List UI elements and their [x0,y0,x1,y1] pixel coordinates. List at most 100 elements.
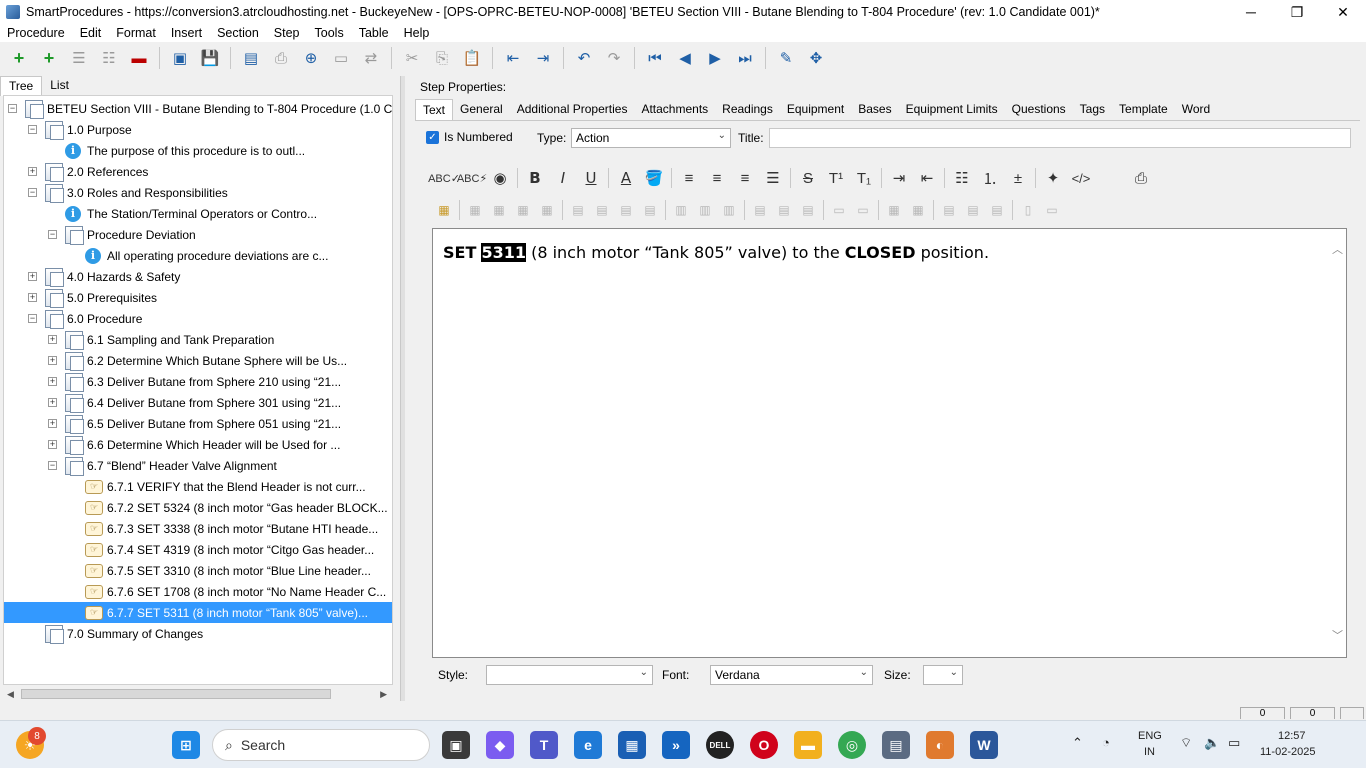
edge-icon[interactable]: e [574,731,602,759]
html-source-icon[interactable]: </> [1068,165,1094,191]
editor-vertical-scrollbar[interactable]: ︿ ﹀ [1330,229,1346,657]
panel-splitter[interactable] [400,76,405,701]
frame-icon[interactable]: ▭ [329,46,353,70]
network-activity-icon[interactable]: ◔ [1102,735,1110,750]
underline-icon[interactable]: U [578,165,604,191]
battery-icon[interactable]: ▭ [1228,735,1240,751]
table-merge-icon[interactable]: ▦ [513,200,533,220]
numbered-list-icon[interactable]: ⒈ [977,165,1003,191]
tree-info-node[interactable]: i The Station/Terminal Operators or Contr… [48,203,317,224]
row-height-icon[interactable]: ▭ [1042,200,1062,220]
store-icon[interactable]: ▦ [618,731,646,759]
last-icon[interactable]: ⏭ [733,46,757,70]
tree-step-node[interactable]: ☞ 6.7.4 SET 4319 (8 inch motor “Citgo Gas… [68,539,374,560]
expand-icon[interactable]: + [28,272,37,281]
media-icon[interactable]: ◉ [487,165,513,191]
indent-icon[interactable]: ⇥ [531,46,555,70]
tree-section-node[interactable]: 7.0 Summary of Changes [28,623,203,644]
copilot-icon[interactable]: ◆ [486,731,514,759]
menu-insert[interactable]: Insert [164,26,210,40]
menu-help[interactable]: Help [397,26,438,40]
menu-table[interactable]: Table [352,26,397,40]
spellcheck-auto-icon[interactable]: ABC⚡ [457,165,487,191]
tree-step-node[interactable]: ☞ 6.7.7 SET 5311 (8 inch motor “Tank 805”… [4,602,392,623]
tree-step-node[interactable]: ☞ 6.7.1 VERIFY that the Blend Header is n… [68,476,366,497]
tree-section-node[interactable]: +5.0 Prerequisites [28,287,157,308]
copy-icon[interactable]: ⎘ [430,46,454,70]
step-text[interactable]: SET 5311 (8 inch motor “Tank 805” valve)… [443,243,989,262]
tree-info-node[interactable]: i The purpose of this procedure is to out… [48,140,305,161]
undo-icon[interactable]: ↶ [572,46,596,70]
tree-section-node[interactable]: +6.5 Deliver Butane from Sphere 051 usin… [48,413,341,434]
table-delete-icon[interactable]: ▦ [489,200,509,220]
font-select[interactable]: Verdana ⌄ [710,665,873,685]
volume-icon[interactable]: 🔈 [1204,735,1220,751]
strikethrough-icon[interactable]: S [795,165,821,191]
tab-list[interactable]: List [42,76,77,96]
align-center-icon[interactable]: ≡ [704,165,730,191]
expand-icon[interactable]: + [48,398,57,407]
tab-readings[interactable]: Readings [715,99,780,121]
magic-wand-icon[interactable]: ✦ [1040,165,1066,191]
grid-icon[interactable]: ▦ [884,200,904,220]
spellcheck-icon[interactable]: ABC✓ [428,165,460,191]
row-below-icon[interactable]: ▤ [774,200,794,220]
add-icon[interactable]: + [7,46,31,70]
tree-section-node[interactable]: +6.1 Sampling and Tank Preparation [48,329,274,350]
task-view-icon[interactable]: ▣ [442,731,470,759]
subscript-icon[interactable]: T₁ [851,165,877,191]
remove-icon[interactable]: ▬ [127,46,151,70]
tab-bases[interactable]: Bases [851,99,898,121]
tab-tree[interactable]: Tree [0,76,43,96]
list-detail-icon[interactable]: ☷ [97,46,121,70]
expand-icon[interactable]: + [48,419,57,428]
close-button[interactable]: ✕ [1320,0,1366,24]
tab-text[interactable]: Text [415,99,454,121]
scroll-right-icon[interactable]: ▶ [380,689,387,700]
tree-section-node[interactable]: +6.2 Determine Which Butane Sphere will … [48,350,347,371]
tab-additional-properties[interactable]: Additional Properties [510,99,635,121]
minimize-button[interactable]: ─ [1228,0,1274,24]
step-text-editor[interactable]: SET 5311 (8 inch motor “Tank 805” valve)… [432,228,1347,658]
checkmark-icon[interactable]: ✓ [426,130,439,144]
tree-step-node[interactable]: ☞ 6.7.6 SET 1708 (8 inch motor “No Name H… [68,581,386,602]
tree-section-node[interactable]: +4.0 Hazards & Safety [28,266,180,287]
dell-icon[interactable]: DELL [706,731,734,759]
collapse-icon[interactable]: − [48,461,57,470]
windows-start-icon[interactable]: ⊞ [172,731,200,759]
language-indicator[interactable]: ENG [1138,730,1162,742]
title-input[interactable] [769,128,1351,148]
file-explorer-icon[interactable]: ▬ [794,731,822,759]
row-delete-icon[interactable]: ▤ [798,200,818,220]
clock-time[interactable]: 12:57 [1278,730,1306,742]
align-right-icon[interactable]: ≡ [732,165,758,191]
expand-icon[interactable]: + [48,335,57,344]
tab-questions[interactable]: Questions [1005,99,1073,121]
move-icon[interactable]: ✥ [804,46,828,70]
wifi-icon[interactable]: ⌔ [1180,735,1192,751]
expand-icon[interactable]: + [28,167,37,176]
print-icon[interactable]: ⎙ [269,46,293,70]
chevron-up-icon[interactable]: ⌃ [1072,735,1083,751]
table-icon[interactable]: ▦ [465,200,485,220]
cell-style-icon[interactable]: ▤ [640,200,660,220]
tree-section-node[interactable]: − 6.0 Procedure [28,308,142,329]
next-icon[interactable]: ▶ [703,46,727,70]
tab-general[interactable]: General [453,99,510,121]
export-icon[interactable]: ▤ [239,46,263,70]
indent-right-icon[interactable]: ⇥ [886,165,912,191]
tab-tags[interactable]: Tags [1073,99,1112,121]
expand-icon[interactable]: + [28,293,37,302]
column-icon[interactable]: ▥ [671,200,691,220]
tab-equipment[interactable]: Equipment [780,99,851,121]
tree-section-node[interactable]: − Procedure Deviation [48,224,196,245]
power-automate-icon[interactable]: » [662,731,690,759]
teams-icon[interactable]: T [530,731,558,759]
style-select[interactable]: ⌄ [486,665,653,685]
remote-desktop-icon[interactable]: ▤ [882,731,910,759]
italic-icon[interactable]: I [550,165,576,191]
menu-procedure[interactable]: Procedure [0,26,73,40]
column-insert-icon[interactable]: ▥ [695,200,715,220]
scroll-left-icon[interactable]: ◀ [7,689,14,700]
size-select[interactable]: ⌄ [923,665,963,685]
